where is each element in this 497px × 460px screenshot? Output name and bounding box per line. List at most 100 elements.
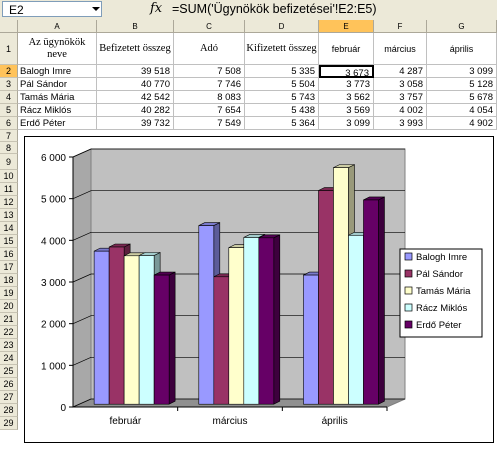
row-header-24[interactable]: 24 xyxy=(0,352,18,365)
row-header-18[interactable]: 18 xyxy=(0,274,18,287)
cell-a4[interactable]: Tamás Mária xyxy=(18,91,97,104)
cell-d6[interactable]: 5 364 xyxy=(245,117,319,130)
legend-label: Pál Sándor xyxy=(416,269,463,280)
row-header-25[interactable]: 25 xyxy=(0,365,18,378)
cell-d4[interactable]: 5 743 xyxy=(245,91,319,104)
cell-f3[interactable]: 3 058 xyxy=(374,78,427,91)
cell-g5[interactable]: 4 054 xyxy=(427,104,497,117)
cell-a2[interactable]: Balogh Imre xyxy=(18,65,97,78)
header-cell-c1[interactable]: Adó xyxy=(174,33,245,65)
row-header-4[interactable]: 4 xyxy=(0,91,18,104)
row-header-5[interactable]: 5 xyxy=(0,104,18,117)
column-header-b[interactable]: B xyxy=(97,20,174,33)
select-all-corner[interactable] xyxy=(0,20,18,33)
x-tick-label: március xyxy=(212,416,247,427)
cell-c4[interactable]: 8 083 xyxy=(174,91,245,104)
cell-e3[interactable]: 3 773 xyxy=(319,78,374,91)
column-header-c[interactable]: C xyxy=(174,20,245,33)
row-header-17[interactable]: 17 xyxy=(0,261,18,274)
row-header-16[interactable]: 16 xyxy=(0,248,18,261)
bar xyxy=(243,237,260,405)
cell-b2[interactable]: 39 518 xyxy=(97,65,174,78)
cell-b5[interactable]: 40 282 xyxy=(97,104,174,117)
header-cell-d1[interactable]: Kifizetett összeg xyxy=(245,33,319,65)
cell-f2[interactable]: 4 287 xyxy=(374,65,427,78)
cell-a5[interactable]: Rácz Miklós xyxy=(18,104,97,117)
cell-f5[interactable]: 4 002 xyxy=(374,104,427,117)
y-tick-label: 4 000 xyxy=(41,236,66,247)
cell-b4[interactable]: 42 542 xyxy=(97,91,174,104)
column-header-g[interactable]: G xyxy=(427,20,497,33)
y-tick-label: 1 000 xyxy=(41,361,66,372)
row-header-21[interactable]: 21 xyxy=(0,313,18,326)
header-cell-e1[interactable]: február xyxy=(319,33,374,65)
column-header-f[interactable]: F xyxy=(374,20,427,33)
cell-g4[interactable]: 5 678 xyxy=(427,91,497,104)
name-box[interactable]: E2 xyxy=(2,1,102,17)
row-header-20[interactable]: 20 xyxy=(0,300,18,313)
row-header-10[interactable]: 10 xyxy=(0,170,18,183)
legend-label: Balogh Imre xyxy=(416,252,467,263)
row-header-3[interactable]: 3 xyxy=(0,78,18,91)
row-header-27[interactable]: 27 xyxy=(0,391,18,404)
cell-e4[interactable]: 3 562 xyxy=(319,91,374,104)
header-cell-a1[interactable]: Az ügynökök neve xyxy=(18,33,97,65)
cell-g6[interactable]: 4 902 xyxy=(427,117,497,130)
cell-d5[interactable]: 5 438 xyxy=(245,104,319,117)
cell-g3[interactable]: 5 128 xyxy=(427,78,497,91)
cell-c6[interactable]: 7 549 xyxy=(174,117,245,130)
row-header-6[interactable]: 6 xyxy=(0,117,18,130)
active-cell-e2[interactable]: 3 673 xyxy=(319,65,374,78)
cell-c3[interactable]: 7 746 xyxy=(174,78,245,91)
row-header-14[interactable]: 14 xyxy=(0,222,18,235)
row-header-7[interactable]: 7 xyxy=(0,130,18,142)
column-chart: 0 1 000 2 000 3 000 4 000 5 000 6 000 február má… xyxy=(41,148,483,427)
row-header-28[interactable]: 28 xyxy=(0,404,18,417)
cell-a6[interactable]: Erdő Péter xyxy=(18,117,97,130)
cell-c2[interactable]: 7 508 xyxy=(174,65,245,78)
column-header-e[interactable]: E xyxy=(319,20,374,33)
cell-e6[interactable]: 3 099 xyxy=(319,117,374,130)
row-header-8[interactable]: 8 xyxy=(0,142,18,154)
name-box-dropdown-icon[interactable] xyxy=(92,7,100,11)
cell-f6[interactable]: 3 993 xyxy=(374,117,427,130)
cell-e5[interactable]: 3 569 xyxy=(319,104,374,117)
bar xyxy=(123,255,140,405)
cell-d2[interactable]: 5 335 xyxy=(245,65,319,78)
legend-swatch xyxy=(404,303,413,312)
y-tick-label: 6 000 xyxy=(41,153,66,164)
cell-b6[interactable]: 39 732 xyxy=(97,117,174,130)
legend-swatch xyxy=(404,269,413,278)
embedded-chart[interactable]: 0 1 000 2 000 3 000 4 000 5 000 6 000 február má… xyxy=(24,136,494,443)
header-cell-g1[interactable]: április xyxy=(427,33,497,65)
cell-b3[interactable]: 40 770 xyxy=(97,78,174,91)
bar xyxy=(258,237,275,405)
row-header-26[interactable]: 26 xyxy=(0,378,18,391)
row-header-22[interactable]: 22 xyxy=(0,326,18,339)
cell-g2[interactable]: 3 099 xyxy=(427,65,497,78)
header-cell-f1[interactable]: március xyxy=(374,33,427,65)
header-cell-b1[interactable]: Befizetett összeg xyxy=(97,33,174,65)
row-header-1[interactable]: 1 xyxy=(0,33,18,65)
bar xyxy=(363,199,379,405)
cell-f4[interactable]: 3 757 xyxy=(374,91,427,104)
row-header-29[interactable]: 29 xyxy=(0,417,18,430)
column-header-a[interactable]: A xyxy=(18,20,97,33)
row-header-23[interactable]: 23 xyxy=(0,339,18,352)
row-header-9[interactable]: 9 xyxy=(0,154,18,170)
column-header-d[interactable]: D xyxy=(245,20,319,33)
row-header-11[interactable]: 11 xyxy=(0,183,18,196)
row-header-15[interactable]: 15 xyxy=(0,235,18,248)
row-header-13[interactable]: 13 xyxy=(0,209,18,222)
cell-a3[interactable]: Pál Sándor xyxy=(18,78,97,91)
row-header-12[interactable]: 12 xyxy=(0,196,18,209)
row-header-2[interactable]: 2 xyxy=(0,65,18,78)
formula-input[interactable]: =SUM('Ügynökök befizetései'!E2:E5) xyxy=(172,2,377,16)
cell-d3[interactable]: 5 504 xyxy=(245,78,319,91)
legend-label: Tamás Mária xyxy=(416,286,471,297)
row-header-19[interactable]: 19 xyxy=(0,287,18,300)
bar xyxy=(93,250,110,405)
cell-c5[interactable]: 7 654 xyxy=(174,104,245,117)
bar xyxy=(153,274,170,405)
insert-function-icon[interactable]: fx xyxy=(150,1,162,16)
